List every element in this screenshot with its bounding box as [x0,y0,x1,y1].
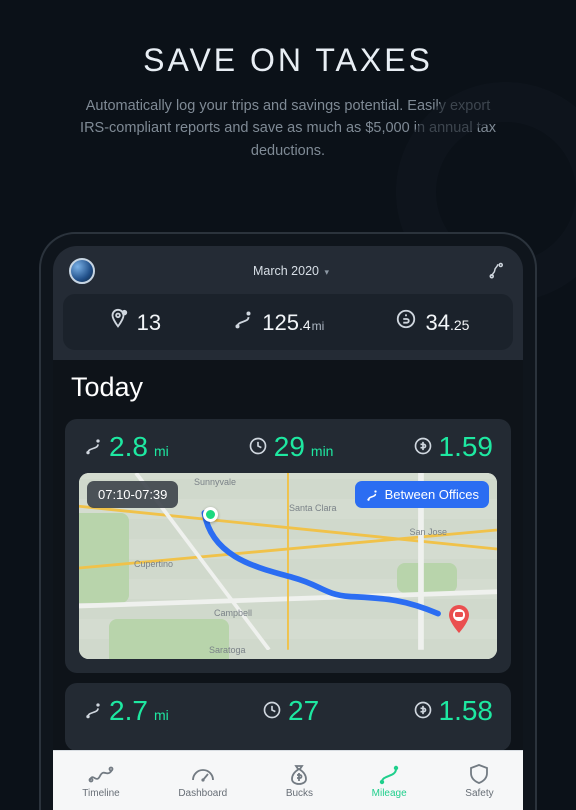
money-bag-icon [286,762,312,786]
trip-metrics: 2.8 mi 29 min 1.59 [79,431,497,473]
stat-distance-unit: mi [312,319,325,333]
trip-savings: 1.58 [413,695,494,727]
tab-label: Timeline [82,788,119,799]
route-start-marker [203,507,218,522]
trips-panel: Today 2.8 mi 29 min 1.59 [53,360,523,810]
avatar[interactable] [69,258,95,284]
trip-duration: 27 [262,695,319,727]
trip-card[interactable]: 2.7 mi 27 1.58 [65,683,511,751]
tab-label: Dashboard [178,788,227,799]
shield-icon [466,762,492,786]
stat-distance-decimal: .4 [299,317,311,333]
pin-icon [107,308,129,330]
clock-icon [248,436,268,456]
stat-trips: 13 [107,308,161,336]
chevron-down-icon: ▾ [324,267,329,277]
trip-savings: 1.59 [413,431,494,463]
app-screen: March 2020 ▾ 13 [53,246,523,810]
stat-savings-value: 34 [425,310,449,335]
trip-distance-value: 2.7 [109,695,148,727]
tab-label: Safety [465,788,493,799]
trip-distance-unit: mi [154,443,169,459]
trip-distance-value: 2.8 [109,431,148,463]
trip-time-range: 07:10-07:39 [87,481,178,508]
stat-distance-value: 125 [262,310,299,335]
route-path-icon [83,700,103,720]
stats-bar: 13 125.4mi 34.25 [63,294,513,350]
trip-savings-value: 1.58 [439,695,494,727]
month-selector[interactable]: March 2020 ▾ [253,264,329,278]
trip-distance-unit: mi [154,707,169,723]
stat-distance: 125.4mi [232,308,324,336]
trip-duration-value: 29 [274,431,305,463]
month-label: March 2020 [253,264,319,278]
route-path-icon [83,436,103,456]
tab-label: Mileage [372,788,407,799]
timeline-icon [88,762,114,786]
route-path-icon [232,308,254,330]
trip-tag[interactable]: Between Offices [355,481,489,508]
stat-savings-decimal: .25 [450,317,469,333]
trip-duration-unit: min [311,443,334,459]
route-end-marker [445,605,473,633]
page-title: SAVE ON TAXES [0,42,576,79]
tab-label: Bucks [286,788,313,799]
gauge-icon [190,762,216,786]
trip-card[interactable]: 2.8 mi 29 min 1.59 [65,419,511,673]
mileage-icon [376,762,402,786]
trip-duration-value: 27 [288,695,319,727]
trip-duration: 29 min [248,431,334,463]
trip-map: Sunnyvale Santa Clara San Jose Cupertino… [79,473,497,659]
savings-icon [413,436,433,456]
tab-bar: Timeline Dashboard Bucks Mileage Safety [53,750,523,810]
trip-metrics: 2.7 mi 27 1.58 [79,695,497,737]
app-topbar: March 2020 ▾ [53,246,523,294]
savings-icon [395,308,417,330]
stat-trips-value: 13 [137,310,161,336]
trip-distance: 2.7 mi [83,695,169,727]
route-icon[interactable] [487,262,507,280]
trip-tag-label: Between Offices [385,487,479,502]
route-path-icon [365,488,379,502]
section-title: Today [65,360,511,409]
trip-savings-value: 1.59 [439,431,494,463]
trip-distance: 2.8 mi [83,431,169,463]
savings-icon [413,700,433,720]
clock-icon [262,700,282,720]
device-frame: March 2020 ▾ 13 [39,232,537,810]
stat-savings: 34.25 [395,308,469,336]
